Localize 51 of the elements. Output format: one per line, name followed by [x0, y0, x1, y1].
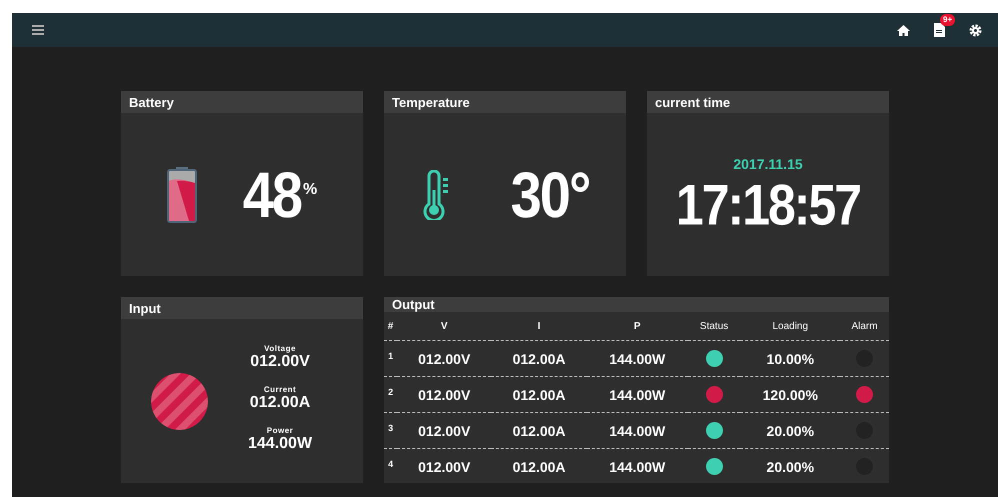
column-header: Status [688, 312, 740, 340]
table-cell: 144.00W [586, 340, 688, 376]
reading-label: Power [266, 426, 294, 434]
reading-value: 012.00A [250, 394, 310, 412]
table-cell: 012.00A [491, 340, 587, 376]
table-cell: 120.00% [740, 376, 840, 412]
reading-label: Voltage [264, 344, 296, 352]
settings-icon[interactable] [969, 24, 982, 36]
thermometer-icon [420, 170, 451, 220]
table-cell: 012.00V [397, 340, 492, 376]
table-cell: 10.00% [740, 340, 840, 376]
card-title: Output [384, 297, 889, 312]
reading-value: 012.00V [250, 352, 310, 370]
battery-icon [166, 166, 197, 222]
card-title: Battery [121, 91, 363, 113]
row-number: 3 [388, 422, 394, 432]
table-cell: 012.00V [397, 412, 492, 448]
table-cell: 012.00A [491, 448, 587, 484]
column-header: Alarm [840, 312, 889, 340]
row-number: 4 [388, 458, 394, 468]
battery-percentage: 48 [242, 157, 302, 232]
table-cell: 144.00W [586, 412, 688, 448]
home-icon[interactable] [897, 24, 910, 36]
card-title: Input [121, 297, 363, 319]
table-cell: 012.00V [397, 376, 492, 412]
column-header: V [397, 312, 492, 340]
menu-icon[interactable] [32, 25, 44, 35]
row-number: 1 [388, 350, 394, 360]
table-cell: 20.00% [740, 448, 840, 484]
row-number: 2 [388, 386, 394, 396]
clock-time: 17:18:57 [676, 171, 860, 238]
table-cell: 012.00A [491, 376, 587, 412]
column-header: I [491, 312, 587, 340]
date-text: 2017.11.15 [733, 156, 803, 172]
table-cell: 144.00W [586, 448, 688, 484]
column-header: Loading [740, 312, 840, 340]
reading-label: Current [264, 384, 296, 394]
table-cell: 012.00V [397, 448, 492, 484]
temperature-value: 30° [510, 157, 590, 232]
reading-value: 144.00W [248, 434, 312, 452]
card-title: Temperature [384, 91, 626, 113]
table-cell: 20.00% [740, 412, 840, 448]
column-header: # [384, 312, 398, 340]
striped-circle-icon [151, 372, 208, 430]
document-icon[interactable] [934, 23, 945, 37]
notification-badge: 9+ [940, 14, 956, 26]
percent-unit: % [303, 181, 318, 199]
table-cell: 144.00W [586, 376, 688, 412]
card-title: current time [647, 91, 889, 113]
column-header: P [586, 312, 688, 340]
table-cell: 012.00A [491, 412, 587, 448]
